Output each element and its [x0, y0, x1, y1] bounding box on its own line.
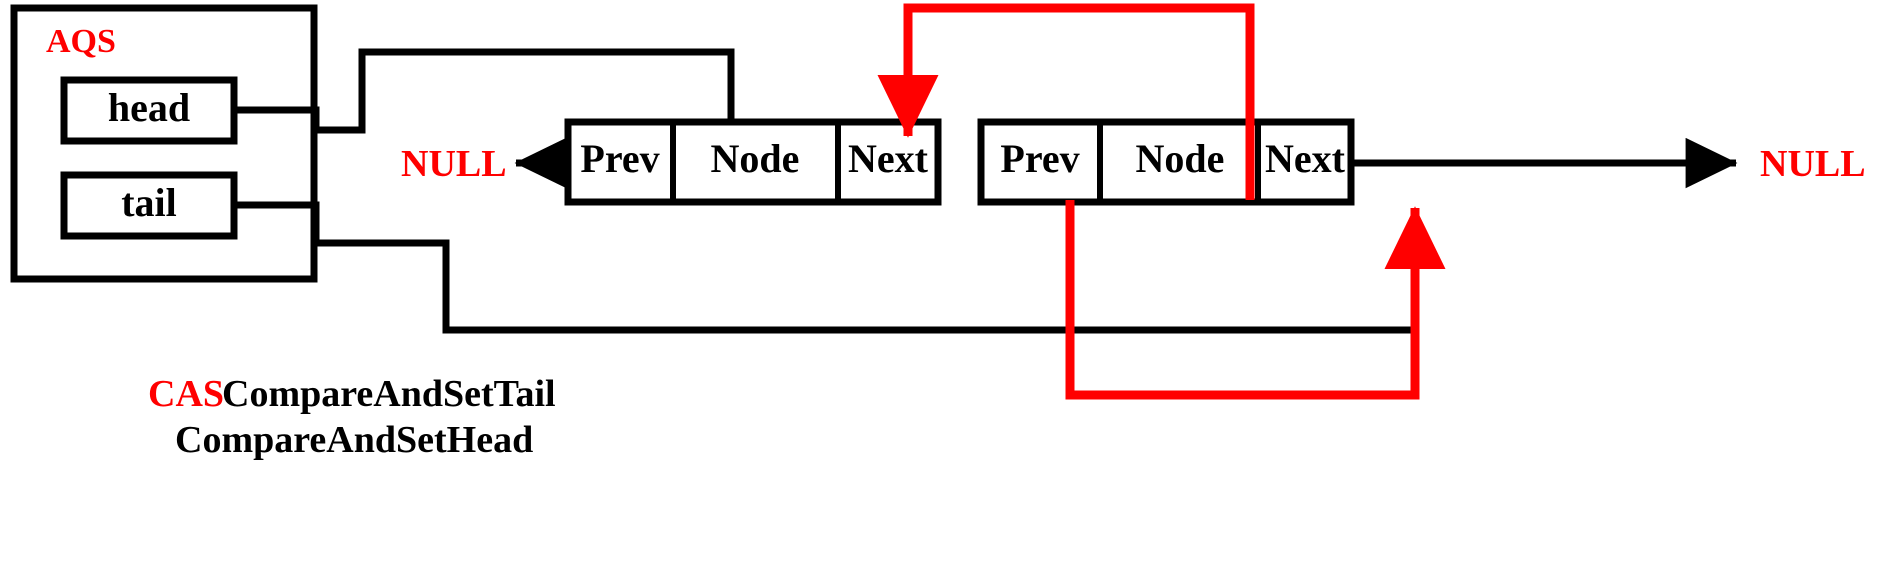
aqs-label: AQS: [46, 23, 116, 60]
cas-legend-line-2: CompareAndSetHead: [175, 419, 533, 461]
diagram-canvas: AQS head tail Prev Node Next Prev Node N…: [10, 3, 1866, 461]
node-1-cell-prev: Prev: [580, 136, 659, 181]
aqs-container: AQS head tail: [10, 4, 318, 283]
node-2-cell-prev: Prev: [1000, 136, 1079, 181]
node-1-cell-node: Node: [711, 136, 800, 181]
aqs-linked-list-diagram: AQS head tail Prev Node Next Prev Node N…: [0, 0, 1893, 564]
left-null-label: NULL: [401, 143, 507, 185]
node-2-cell-node: Node: [1136, 136, 1225, 181]
cas-legend-key: CAS: [148, 373, 224, 415]
cas-legend: CAS CompareAndSetTail CompareAndSetHead: [148, 373, 556, 461]
tail-field-label: tail: [121, 180, 177, 225]
node-1-cell-next: Next: [848, 136, 929, 181]
right-null-label: NULL: [1760, 143, 1866, 185]
node-2: Prev Node Next: [977, 118, 1355, 206]
node-2-cell-next: Next: [1265, 136, 1346, 181]
cas-legend-line-1: CompareAndSetTail: [222, 373, 556, 415]
head-pointer-wire: [234, 48, 908, 134]
head-field-label: head: [108, 85, 190, 130]
tail-pointer-wire: [234, 201, 1415, 334]
node-1: Prev Node Next: [564, 118, 942, 206]
cas-set-tail-wire: [1065, 200, 1446, 400]
